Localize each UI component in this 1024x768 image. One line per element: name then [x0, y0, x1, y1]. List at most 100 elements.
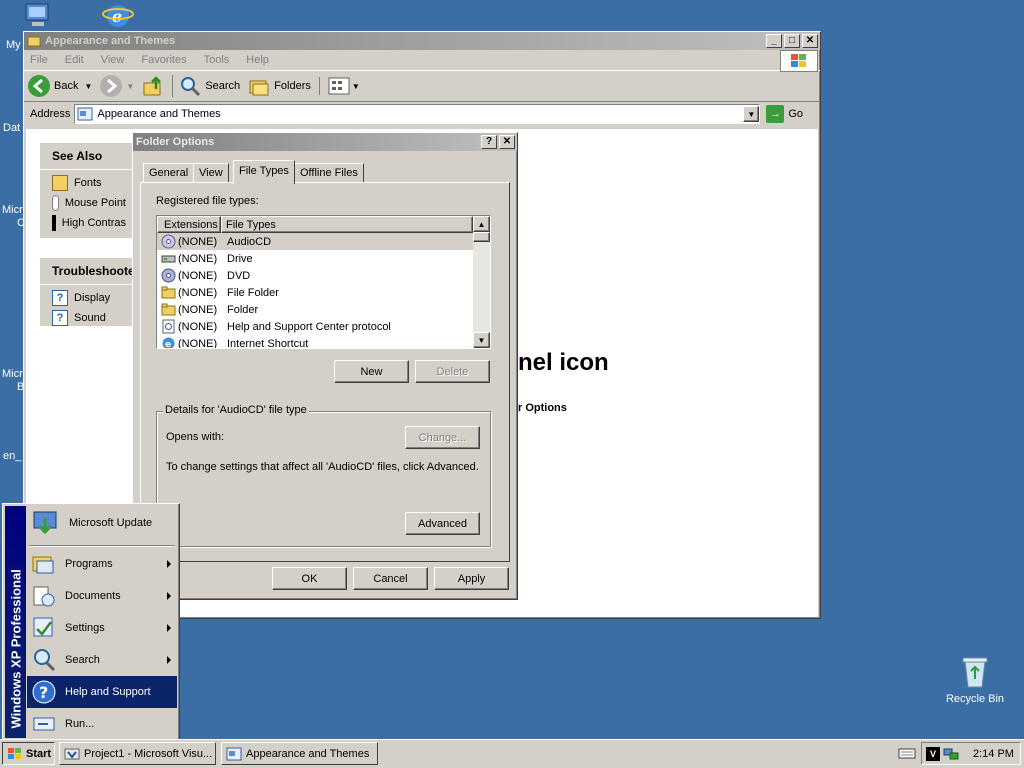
registered-file-types-label: Registered file types:	[156, 195, 259, 207]
desktop-label-my[interactable]: My	[6, 39, 21, 51]
file-type-row[interactable]: (NONE) File Folder	[157, 284, 473, 301]
scroll-thumb[interactable]	[473, 232, 490, 242]
address-dropdown-button[interactable]: ▼	[743, 106, 760, 122]
advanced-button[interactable]: Advanced	[405, 512, 480, 535]
folder-window-icon	[27, 36, 41, 47]
folder-options-link[interactable]: r Options	[518, 402, 567, 414]
file-type-row[interactable]: (NONE) AudioCD	[157, 233, 473, 250]
scroll-down-button[interactable]: ▼	[473, 332, 490, 348]
forward-button[interactable]: ▼	[100, 75, 134, 97]
minimize-button[interactable]: _	[766, 34, 782, 48]
search-icon	[181, 77, 201, 97]
cancel-button[interactable]: Cancel	[353, 567, 428, 590]
troubleshoot-sound[interactable]: ? Sound	[40, 308, 138, 328]
file-type-extension: (NONE)	[178, 320, 218, 333]
back-button[interactable]: Back ▼	[28, 75, 92, 97]
troubleshooters-title: Troubleshoote	[40, 258, 138, 285]
menu-view[interactable]: View	[101, 54, 125, 66]
keyboard-icon[interactable]	[898, 746, 916, 760]
cd-icon	[161, 234, 176, 249]
menu-file[interactable]: File	[30, 54, 48, 66]
list-vertical-scrollbar[interactable]: ▲ ▼	[473, 216, 490, 348]
start-item-run[interactable]: Run...	[27, 708, 177, 740]
desktop-label-en[interactable]: en_	[3, 450, 21, 462]
forward-arrow-icon	[100, 75, 123, 97]
menu-help[interactable]: Help	[246, 54, 269, 66]
dialog-close-button[interactable]: ✕	[499, 135, 515, 149]
explorer-titlebar[interactable]: Appearance and Themes _ □ ✕	[24, 32, 820, 50]
views-icon	[328, 77, 350, 95]
start-item-help-and-support[interactable]: ? Help and Support	[27, 676, 177, 708]
run-icon	[33, 717, 55, 731]
pick-control-panel-heading: nel icon	[518, 349, 609, 376]
see-also-fonts[interactable]: Fonts	[40, 173, 138, 193]
back-arrow-icon	[28, 75, 50, 97]
file-type-row[interactable]: (NONE) Folder	[157, 301, 473, 318]
address-field[interactable]: Appearance and Themes ▼	[74, 104, 761, 124]
file-type-name: Drive	[227, 252, 253, 265]
tab-file-types[interactable]: File Types	[233, 160, 295, 184]
recycle-bin[interactable]: Recycle Bin	[940, 655, 1010, 705]
menu-favorites[interactable]: Favorites	[141, 54, 186, 66]
maximize-button[interactable]: □	[784, 34, 800, 48]
tab-view[interactable]: View	[193, 163, 229, 183]
scroll-up-button[interactable]: ▲	[473, 216, 490, 232]
file-type-extension: (NONE)	[178, 235, 218, 248]
change-button[interactable]: Change...	[405, 426, 480, 449]
task-appearance-and-themes[interactable]: Appearance and Themes	[221, 742, 378, 765]
desktop-label-dat[interactable]: Dat	[3, 122, 20, 134]
folder-options-titlebar[interactable]: Folder Options ? ✕	[133, 133, 517, 151]
start-item-programs[interactable]: Programs	[27, 548, 177, 580]
start-button[interactable]: Start	[2, 742, 55, 765]
up-folder-button[interactable]	[142, 75, 164, 97]
see-also-title: See Also	[40, 143, 138, 170]
start-menu-banner-text: Windows XP Professional	[8, 569, 24, 729]
file-type-row[interactable]: (NONE) Help and Support Center protocol	[157, 318, 473, 335]
go-button[interactable]: → Go	[766, 105, 803, 123]
file-type-row[interactable]: (NONE) DVD	[157, 267, 473, 284]
folders-button[interactable]: Folders	[248, 75, 311, 97]
views-button[interactable]: ▼	[318, 77, 360, 95]
search-button[interactable]: Search	[172, 75, 240, 97]
start-item-settings[interactable]: Settings	[27, 612, 177, 644]
close-button[interactable]: ✕	[802, 34, 818, 48]
file-types-list[interactable]: Extensions File Types (NONE) AudioCD (NONE…	[156, 215, 491, 349]
troubleshoot-display[interactable]: ? Display	[40, 288, 138, 308]
file-type-row[interactable]: e (NONE) Internet Shortcut	[157, 335, 473, 348]
file-type-row[interactable]: (NONE) Drive	[157, 250, 473, 267]
dialog-help-button[interactable]: ?	[481, 135, 497, 149]
submenu-arrow-icon	[167, 560, 171, 568]
start-item-documents[interactable]: Documents	[27, 580, 177, 612]
start-item-microsoft-update[interactable]: Microsoft Update	[27, 506, 177, 540]
high-contrast-icon	[52, 215, 56, 231]
apply-button[interactable]: Apply	[434, 567, 509, 590]
delete-button[interactable]: Delete	[415, 360, 490, 383]
tab-offline-files[interactable]: Offline Files	[294, 163, 364, 183]
network-icon[interactable]	[943, 747, 959, 761]
submenu-arrow-icon	[167, 656, 171, 664]
file-type-name: Help and Support Center protocol	[227, 320, 391, 333]
see-also-high-contrast[interactable]: High Contras	[40, 213, 138, 233]
menu-edit[interactable]: Edit	[65, 54, 84, 66]
search-label: Search	[205, 80, 241, 92]
tray-app-icon[interactable]: V	[926, 746, 940, 761]
start-item-search[interactable]: Search	[27, 644, 177, 676]
internet-explorer-icon[interactable]: e	[102, 2, 134, 30]
menu-tools[interactable]: Tools	[204, 54, 230, 66]
folder-icon	[161, 285, 176, 300]
column-header-file-types[interactable]: File Types	[221, 216, 473, 233]
help-icon: ?	[32, 680, 56, 704]
tab-general[interactable]: General	[143, 163, 195, 183]
task-project1[interactable]: Project1 - Microsoft Visu...	[59, 742, 216, 765]
start-menu-banner: Windows XP Professional	[5, 506, 26, 738]
see-also-mouse-pointers[interactable]: Mouse Point	[40, 193, 138, 213]
ok-button[interactable]: OK	[272, 567, 347, 590]
explorer-title: Appearance and Themes	[45, 35, 176, 47]
new-button[interactable]: New	[334, 360, 409, 383]
file-type-name: File Folder	[227, 286, 279, 299]
troubleshooters-panel: Troubleshoote ? Display ? Sound	[39, 257, 139, 327]
column-header-extensions[interactable]: Extensions	[157, 216, 221, 233]
my-computer-icon[interactable]	[22, 2, 54, 30]
start-label: Start	[26, 747, 52, 760]
folders-icon	[249, 80, 269, 96]
